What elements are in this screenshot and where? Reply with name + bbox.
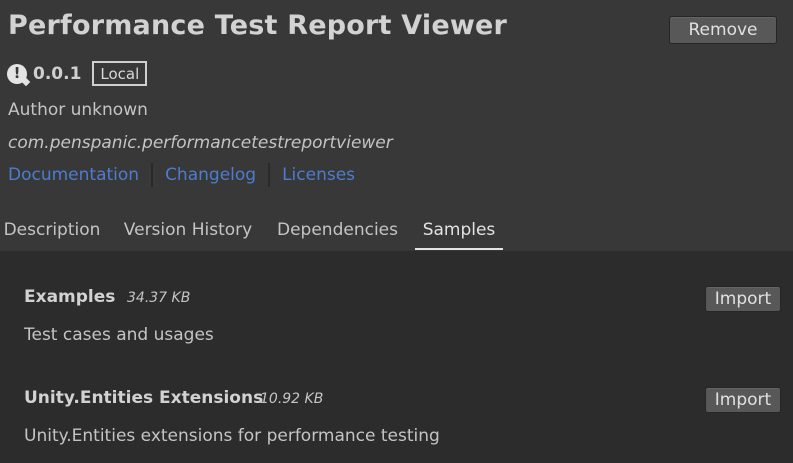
sample-name: Unity.Entities Extensions <box>24 388 264 408</box>
changelog-link[interactable]: Changelog <box>165 165 256 185</box>
sample-size: 10.92 KB <box>260 391 324 407</box>
package-header: Performance Test Report Viewer Remove ! … <box>0 0 793 251</box>
sample-size: 34.37 KB <box>127 290 191 306</box>
detail-tabs: Description Version History Dependencies… <box>0 212 793 250</box>
import-button[interactable]: Import <box>705 387 781 413</box>
samples-panel: Examples 34.37 KB Import Test cases and … <box>0 251 793 463</box>
package-name: com.penspanic.performancetestreportviewe… <box>8 133 393 153</box>
tab-description[interactable]: Description <box>0 212 104 248</box>
tab-samples[interactable]: Samples <box>415 212 503 250</box>
import-button[interactable]: Import <box>705 286 781 312</box>
package-title: Performance Test Report Viewer <box>8 10 508 41</box>
package-version: 0.0.1 <box>33 63 82 84</box>
remove-button[interactable]: Remove <box>669 16 777 44</box>
sample-description: Unity.Entities extensions for performanc… <box>24 426 440 446</box>
version-row: ! 0.0.1 Local <box>7 60 148 87</box>
sample-description: Test cases and usages <box>24 325 214 345</box>
documentation-link[interactable]: Documentation <box>8 165 139 185</box>
tab-dependencies[interactable]: Dependencies <box>272 212 403 248</box>
package-author: Author unknown <box>8 100 148 120</box>
warning-icon: ! <box>7 63 27 84</box>
link-separator <box>268 163 271 187</box>
tab-version-history[interactable]: Version History <box>118 212 258 248</box>
package-links: Documentation Changelog Licenses <box>8 163 355 187</box>
licenses-link[interactable]: Licenses <box>282 165 355 185</box>
sample-name: Examples <box>24 287 116 307</box>
source-badge: Local <box>92 61 148 86</box>
link-separator <box>151 163 154 187</box>
